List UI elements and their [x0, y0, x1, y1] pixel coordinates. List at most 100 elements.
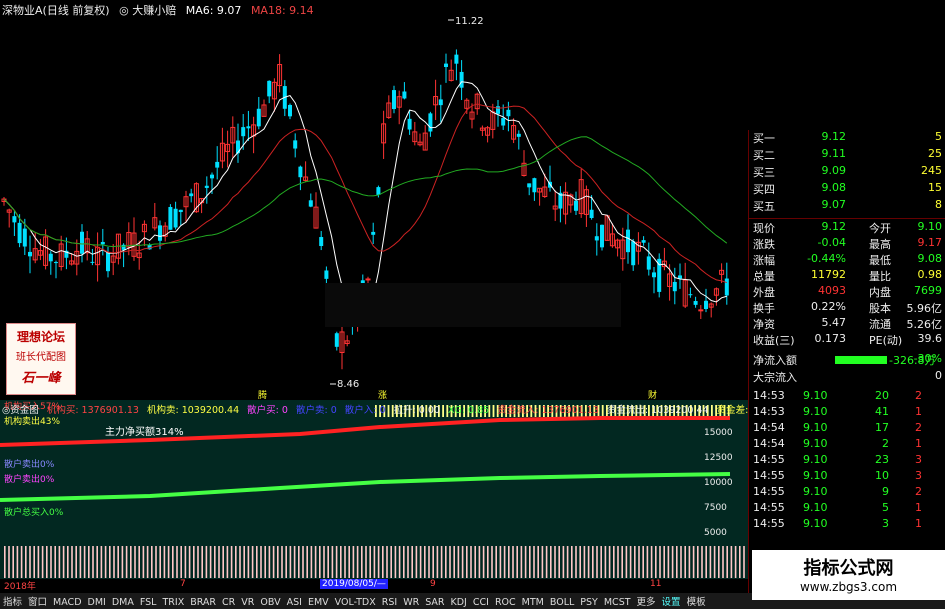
tab-25[interactable]: 设置	[659, 593, 684, 609]
ob-vol: 5	[935, 130, 942, 143]
indicator-name[interactable]: ◎ 大赚小赔	[119, 4, 176, 17]
tick-time: 14:55	[753, 501, 785, 514]
tab-18[interactable]: CCI	[470, 596, 492, 609]
volume-bar	[608, 546, 611, 578]
capital-flow-chart[interactable]: 机构买入57% 机构卖出43% 散户卖出0% 散户卖出0% 散户总买入0% 主力净买额31…	[0, 400, 748, 580]
tab-12[interactable]: EMV	[305, 596, 332, 609]
tab-7[interactable]: BRAR	[187, 596, 219, 609]
volume-bar	[466, 546, 468, 578]
tab-22[interactable]: PSY	[577, 596, 601, 609]
tab-17[interactable]: KDJ	[448, 596, 470, 609]
volume-bar	[415, 546, 418, 578]
tab-4[interactable]: DMA	[109, 596, 137, 609]
candle-body	[173, 208, 178, 228]
date-m1: 7	[180, 579, 186, 589]
tab-0[interactable]: 指标	[0, 593, 25, 609]
ob-label: 买四	[753, 183, 775, 196]
kline-canvas[interactable]: 11.228.46腾涨财10.2010.009.809.609.409.209.…	[0, 0, 748, 400]
tab-3[interactable]: DMI	[85, 596, 109, 609]
candle-body	[698, 309, 704, 312]
candle-body	[17, 222, 22, 244]
ob-price: 9.08	[821, 181, 847, 194]
volume-bar	[587, 546, 590, 578]
flow-title[interactable]: ◎资金图	[2, 405, 39, 416]
tick-row: 14:54 9.10 2 1	[753, 437, 942, 453]
date-m3: 11	[650, 579, 662, 589]
candle-body	[90, 261, 95, 263]
volume-bar	[348, 546, 350, 578]
stat-row: 总量 11792 量比 0.98	[749, 268, 945, 285]
tab-16[interactable]: SAR	[422, 596, 447, 609]
tab-13[interactable]: VOL-TDX	[332, 596, 379, 609]
volume-bar	[482, 546, 485, 578]
tab-2[interactable]: MACD	[50, 596, 84, 609]
volume-bar	[713, 546, 716, 578]
logo-line1: 理想论坛	[16, 330, 65, 344]
tab-6[interactable]: TRIX	[159, 596, 187, 609]
volume-bar	[659, 546, 661, 578]
volume-bar	[562, 546, 565, 578]
volume-bar	[705, 546, 707, 578]
tab-5[interactable]: FSL	[137, 596, 160, 609]
tab-10[interactable]: OBV	[257, 596, 283, 609]
volume-bar	[726, 546, 728, 578]
volume-bar	[323, 546, 325, 578]
stat-key1: 涨跌	[753, 238, 775, 251]
volume-bar	[487, 546, 489, 578]
volume-bar	[617, 546, 619, 578]
order-book-row: 买五 9.07 8	[749, 198, 945, 215]
candle-body	[688, 294, 693, 296]
volume-bar	[314, 546, 317, 578]
capital-flow-canvas[interactable]: 机构买入57%机构卖出43%散户卖出0%散户卖出0%散户总买入0%主力净买额31…	[0, 400, 748, 580]
candle-body	[600, 224, 604, 248]
stat-key2: 今开	[869, 222, 891, 235]
tab-9[interactable]: VR	[238, 596, 257, 609]
net-inflow-label: 净流入额	[753, 354, 797, 367]
kline-chart[interactable]: 11.228.46腾涨财10.2010.009.809.609.409.209.…	[0, 0, 748, 400]
tick-row: 14:53 9.10 20 2	[753, 389, 942, 405]
volume-bar	[722, 546, 724, 578]
tab-11[interactable]: ASI	[284, 596, 305, 609]
big-deal-row: 大宗流入 0	[749, 369, 945, 386]
tab-23[interactable]: MCST	[601, 596, 634, 609]
volume-bar	[151, 546, 153, 578]
candle-body	[693, 301, 698, 305]
volume-bar	[243, 546, 245, 578]
volume-bar	[125, 546, 128, 578]
tab-15[interactable]: WR	[400, 596, 422, 609]
tab-26[interactable]: 模板	[684, 593, 709, 609]
candle-body	[444, 63, 448, 67]
volume-bar	[478, 546, 481, 578]
volume-bar	[134, 546, 136, 578]
forum-logo: 理想论坛 班长代配图 石一峰	[6, 323, 76, 395]
tab-8[interactable]: CR	[219, 596, 238, 609]
volume-bar	[579, 546, 581, 578]
volume-bar	[184, 546, 187, 578]
tab-1[interactable]: 窗口	[25, 593, 50, 609]
volume-bar	[419, 546, 422, 578]
candle-body	[293, 140, 298, 149]
tab-24[interactable]: 更多	[634, 593, 659, 609]
net-inflow-bar	[835, 356, 887, 364]
tick-time: 14:53	[753, 389, 785, 402]
ob-vol: 8	[935, 198, 942, 211]
volume-bar	[327, 546, 329, 578]
site-watermark: 指标公式网 www.zbgs3.com	[752, 550, 945, 600]
logo-line2: 班长代配图	[16, 352, 66, 363]
tab-20[interactable]: MTM	[519, 596, 547, 609]
volume-bar	[67, 546, 69, 578]
tab-19[interactable]: ROC	[492, 596, 519, 609]
candle-body	[527, 183, 532, 188]
tab-21[interactable]: BOLL	[547, 596, 577, 609]
candle-body	[236, 140, 240, 154]
tick-time: 14:54	[753, 421, 785, 434]
volume-bar	[310, 546, 313, 578]
candle-body	[204, 185, 209, 188]
volume-bar	[361, 546, 363, 578]
candle-body	[100, 241, 105, 245]
volume-bar	[382, 546, 384, 578]
tick-row: 14:55 9.10 3 1	[753, 517, 942, 533]
tab-14[interactable]: RSI	[379, 596, 400, 609]
date-m2: 9	[430, 579, 436, 589]
volume-bar	[75, 546, 77, 578]
